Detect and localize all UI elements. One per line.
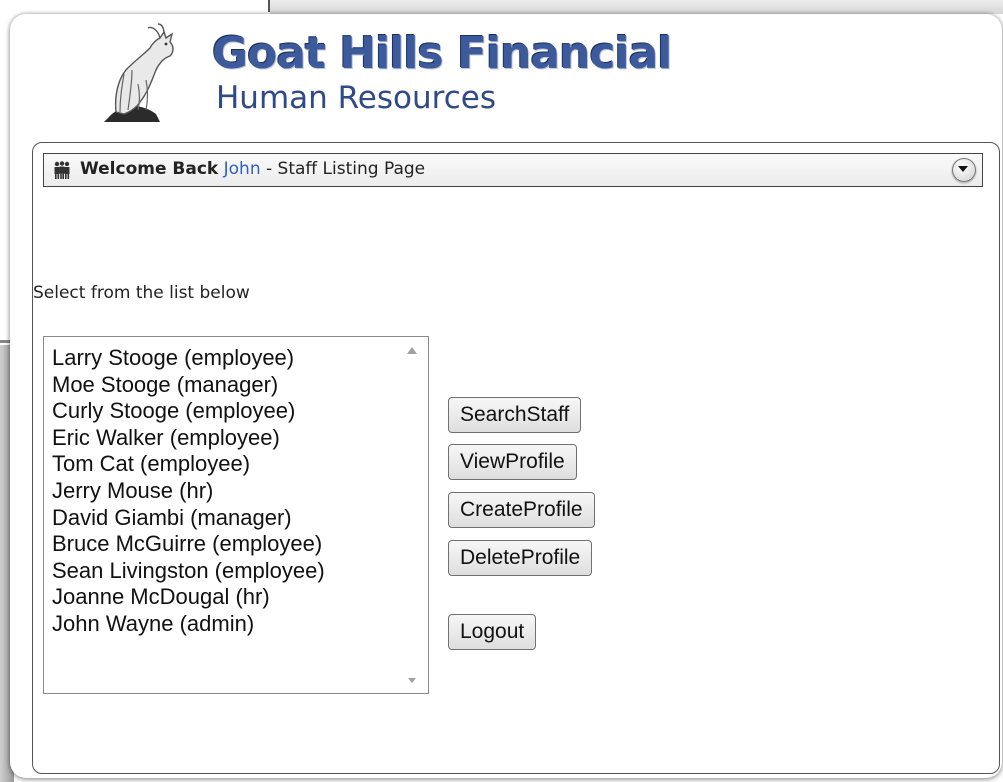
collapse-button[interactable]	[952, 158, 976, 182]
list-item[interactable]: Tom Cat (employee)	[52, 451, 325, 478]
logo-area: Goat Hills Financial Human Resources	[20, 14, 720, 134]
list-instructions: Select from the list below	[33, 283, 250, 303]
logout-button[interactable]: Logout	[448, 614, 537, 650]
chevron-down-icon	[958, 166, 968, 172]
brand-subtitle: Human Resources	[216, 80, 496, 116]
user-name-link[interactable]: John	[224, 159, 261, 179]
list-item[interactable]: John Wayne (admin)	[52, 611, 325, 638]
goat-icon	[104, 23, 174, 122]
background-strip	[270, 0, 1003, 14]
staff-listbox[interactable]: Larry Stooge (employee) Moe Stooge (manag…	[43, 336, 429, 694]
listbox-scrollbar[interactable]	[398, 337, 428, 693]
create-profile-button[interactable]: CreateProfile	[448, 492, 595, 528]
list-item[interactable]: Jerry Mouse (hr)	[52, 478, 325, 505]
delete-profile-button[interactable]: DeleteProfile	[448, 540, 593, 576]
list-item[interactable]: Joanne McDougal (hr)	[52, 584, 325, 611]
list-item[interactable]: Eric Walker (employee)	[52, 425, 325, 452]
staff-listing-panel: Welcome Back John - Staff Listing Page S…	[32, 142, 1000, 774]
list-item[interactable]: Sean Livingston (employee)	[52, 558, 325, 585]
list-item[interactable]: Bruce McGuirre (employee)	[52, 531, 325, 558]
header-text: Welcome Back John - Staff Listing Page	[80, 154, 425, 184]
list-item[interactable]: Moe Stooge (manager)	[52, 372, 325, 399]
brand-title: Goat Hills Financial	[212, 28, 672, 79]
staff-items: Larry Stooge (employee) Moe Stooge (manag…	[52, 345, 325, 638]
list-item[interactable]: Larry Stooge (employee)	[52, 345, 325, 372]
app-window: Goat Hills Financial Human Resources Wel…	[10, 14, 1002, 778]
list-item[interactable]: Curly Stooge (employee)	[52, 398, 325, 425]
scroll-down-icon[interactable]	[408, 678, 416, 683]
panel-header: Welcome Back John - Staff Listing Page	[43, 153, 983, 187]
page-title: - Staff Listing Page	[260, 159, 426, 179]
background-tick	[268, 0, 270, 12]
scroll-up-icon[interactable]	[407, 347, 417, 354]
list-item[interactable]: David Giambi (manager)	[52, 505, 325, 532]
welcome-text: Welcome Back	[80, 159, 219, 179]
view-profile-button[interactable]: ViewProfile	[448, 444, 577, 480]
people-icon	[54, 161, 70, 179]
search-staff-button[interactable]: SearchStaff	[448, 397, 582, 433]
